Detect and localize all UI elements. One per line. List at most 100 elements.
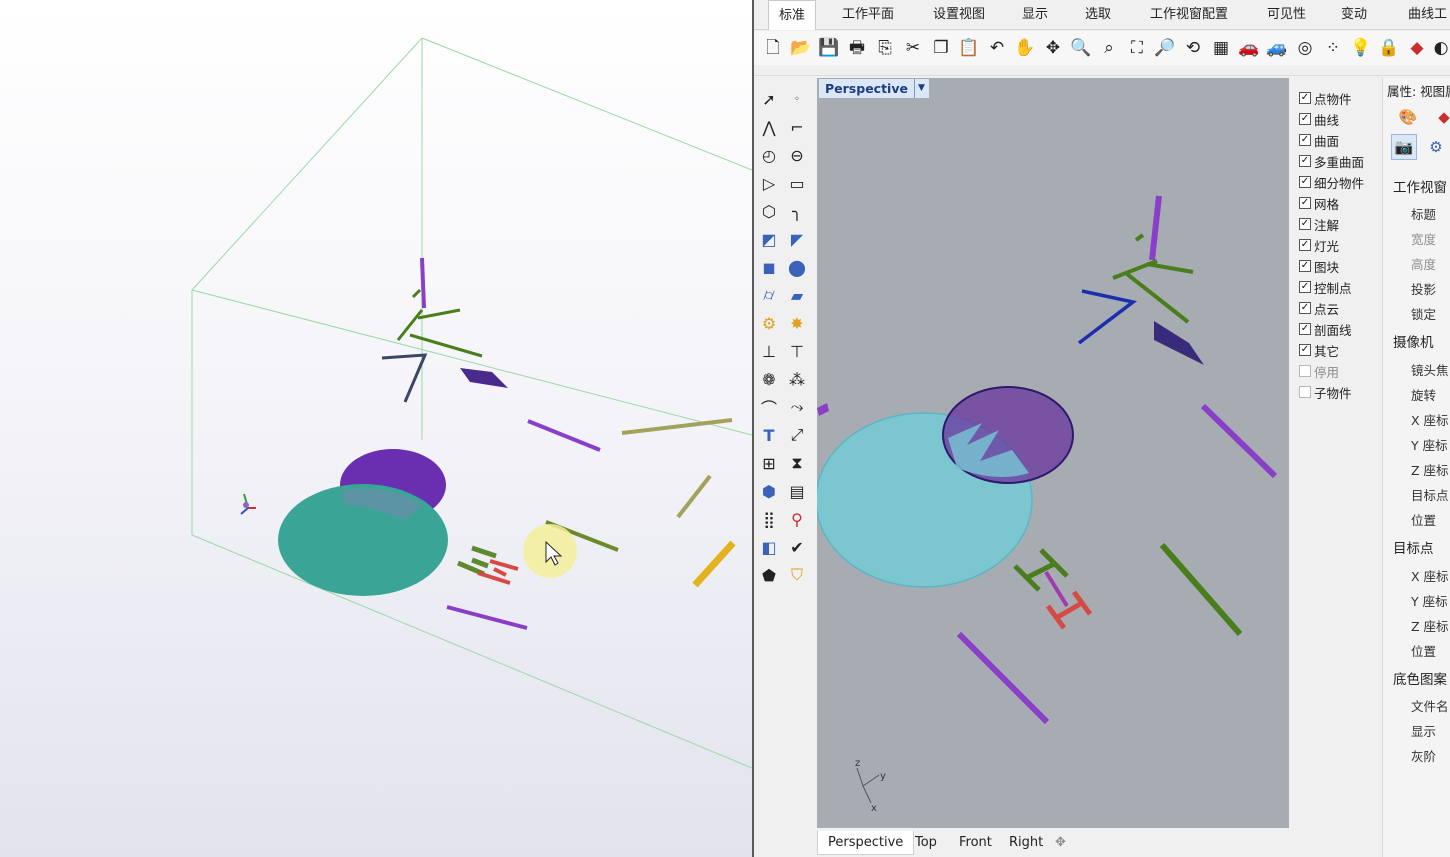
four-viewports-icon[interactable]: ▦	[1208, 34, 1234, 62]
filter-point-clouds[interactable]: ✓ 点云	[1299, 299, 1339, 317]
viewport-title[interactable]: Perspective ▼	[819, 79, 929, 98]
ribbon-tab-display[interactable]: 显示	[1012, 0, 1058, 30]
filter-disabled[interactable]: 停用	[1299, 362, 1339, 380]
ribbon-tab-select[interactable]: 选取	[1075, 0, 1121, 30]
left-3d-viewport[interactable]	[0, 0, 752, 857]
checkbox-unchecked-icon[interactable]	[1299, 386, 1311, 398]
snap-circle-icon[interactable]: ◎	[1292, 34, 1318, 62]
sphere-solid-icon[interactable]: ⬤	[784, 254, 810, 280]
filter-meshes[interactable]: ✓ 网格	[1299, 194, 1339, 212]
filter-blocks[interactable]: ✓ 图块	[1299, 257, 1339, 275]
check-icon[interactable]: ✔	[784, 534, 810, 560]
zoom-selected-icon[interactable]: 🔎	[1152, 34, 1178, 62]
new-file-icon[interactable]: 🗋	[760, 34, 786, 62]
checkbox-checked-icon[interactable]: ✓	[1299, 344, 1311, 356]
filter-surfaces[interactable]: ✓ 曲面	[1299, 131, 1339, 149]
filter-point-objects[interactable]: ✓ 点物件	[1299, 89, 1352, 107]
undo-icon[interactable]: ↶	[984, 34, 1010, 62]
dimension-icon[interactable]: ⤢	[784, 422, 810, 448]
save-icon[interactable]: 💾	[816, 34, 842, 62]
ribbon-tab-cplanes[interactable]: 工作平面	[832, 0, 904, 30]
grid-points-icon[interactable]: ⁘	[1320, 34, 1346, 62]
polyline-icon[interactable]: ⋀	[756, 114, 782, 140]
checkbox-checked-icon[interactable]: ✓	[1299, 239, 1311, 251]
checkbox-checked-icon[interactable]: ✓	[1299, 197, 1311, 209]
arc-icon[interactable]: ▷	[756, 170, 782, 196]
open-folder-icon[interactable]: 📂	[788, 34, 814, 62]
ribbon-tab-transform[interactable]: 变动	[1331, 0, 1377, 30]
ribbon-tab-set-view[interactable]: 设置视图	[923, 0, 995, 30]
move-view-icon[interactable]: ✥	[1040, 34, 1066, 62]
grid-array-icon[interactable]: ⣿	[756, 506, 782, 532]
zoom-extents-icon[interactable]: ⛶	[1124, 34, 1150, 62]
checkbox-checked-icon[interactable]: ✓	[1299, 302, 1311, 314]
checkbox-checked-icon[interactable]: ✓	[1299, 155, 1311, 167]
camera-icon[interactable]: 📷	[1391, 134, 1417, 160]
ribbon-tab-viewport-layout[interactable]: 工作视窗配置	[1140, 0, 1238, 30]
point-icon[interactable]: ◦	[784, 86, 810, 112]
explode-icon[interactable]: ✸	[784, 310, 810, 336]
filter-hatches[interactable]: ✓ 剖面线	[1299, 320, 1352, 338]
tab-top[interactable]: Top	[905, 831, 947, 855]
array-icon[interactable]: ⊞	[756, 450, 782, 476]
ribbon-tab-curve-tools[interactable]: 曲线工	[1398, 0, 1450, 30]
filter-polysurfaces[interactable]: ✓ 多重曲面	[1299, 152, 1364, 170]
checkbox-checked-icon[interactable]: ✓	[1299, 134, 1311, 146]
filter-other[interactable]: ✓ 其它	[1299, 341, 1339, 359]
hatch-icon[interactable]: ▤	[784, 478, 810, 504]
ribbon-tab-standard[interactable]: 标准	[768, 0, 817, 30]
link-settings-icon[interactable]: ⚙	[1423, 134, 1449, 160]
block-icon[interactable]: ⬢	[756, 478, 782, 504]
import-icon[interactable]: ⎘	[872, 34, 898, 62]
split-icon[interactable]: ⊥	[756, 338, 782, 364]
extrude-surface-icon[interactable]: ◤	[784, 226, 810, 252]
tab-perspective[interactable]: Perspective	[817, 831, 915, 855]
checkbox-checked-icon[interactable]: ✓	[1299, 113, 1311, 125]
add-tab-icon[interactable]: ✥	[1045, 831, 1076, 855]
fillet-curve-icon[interactable]: ╮	[784, 198, 810, 224]
paste-icon[interactable]: 📋	[956, 34, 982, 62]
color-wheel-icon[interactable]: ◐	[1428, 34, 1450, 62]
filter-subd[interactable]: ✓ 细分物件	[1299, 173, 1364, 191]
checkbox-checked-icon[interactable]: ✓	[1299, 92, 1311, 104]
checkbox-checked-icon[interactable]: ✓	[1299, 260, 1311, 272]
car-render-icon[interactable]: 🚗	[1236, 34, 1262, 62]
tab-front[interactable]: Front	[949, 831, 1002, 855]
filter-subobjects[interactable]: 子物件	[1299, 383, 1352, 401]
boolean-gear-icon[interactable]: ⚙	[756, 310, 782, 336]
checkbox-unchecked-icon[interactable]	[1299, 365, 1311, 377]
shaded-car-icon[interactable]: 🚙	[1264, 34, 1290, 62]
checkbox-checked-icon[interactable]: ✓	[1299, 176, 1311, 188]
filter-control-points[interactable]: ✓ 控制点	[1299, 278, 1352, 296]
render-icon[interactable]: ◧	[756, 534, 782, 560]
fillet-icon[interactable]: ⌒	[756, 394, 782, 420]
polygon-icon[interactable]: ⬡	[756, 198, 782, 224]
filter-annotations[interactable]: ✓ 注解	[1299, 215, 1339, 233]
trim-icon[interactable]: ⊤	[784, 338, 810, 364]
paint-bucket-icon[interactable]: ⛉	[784, 562, 810, 588]
lightbulb-icon[interactable]: 💡	[1348, 34, 1374, 62]
ungroup-icon[interactable]: ⁂	[784, 366, 810, 392]
group-icon[interactable]: ❁	[756, 366, 782, 392]
cylinder-icon[interactable]: ⌭	[756, 282, 782, 308]
box-solid-icon[interactable]: ◼	[756, 254, 782, 280]
lock-icon[interactable]: 🔒	[1376, 34, 1402, 62]
offset-icon[interactable]: ⤳	[784, 394, 810, 420]
chevron-down-icon[interactable]: ▼	[913, 79, 925, 98]
filter-curves[interactable]: ✓ 曲线	[1299, 110, 1339, 128]
copy-icon[interactable]: ❐	[928, 34, 954, 62]
zoom-window-icon[interactable]: ⌕	[1096, 34, 1122, 62]
zoom-icon[interactable]: 🔍	[1068, 34, 1094, 62]
checkbox-checked-icon[interactable]: ✓	[1299, 323, 1311, 335]
rectangle-icon[interactable]: ▭	[784, 170, 810, 196]
text-icon[interactable]: T	[756, 422, 782, 448]
select-arrow-icon[interactable]: ➚	[756, 86, 782, 112]
curve-cv-icon[interactable]: ⌐	[784, 114, 810, 140]
material-icon[interactable]: ◆	[1431, 104, 1450, 130]
layer-icon[interactable]: ◆	[1404, 34, 1430, 62]
checkbox-checked-icon[interactable]: ✓	[1299, 281, 1311, 293]
circle-icon[interactable]: ◴	[756, 142, 782, 168]
mesh-icon[interactable]: ⬟	[756, 562, 782, 588]
filter-lights[interactable]: ✓ 灯光	[1299, 236, 1339, 254]
perspective-viewport[interactable]: z y x Perspective ▼	[817, 78, 1289, 828]
